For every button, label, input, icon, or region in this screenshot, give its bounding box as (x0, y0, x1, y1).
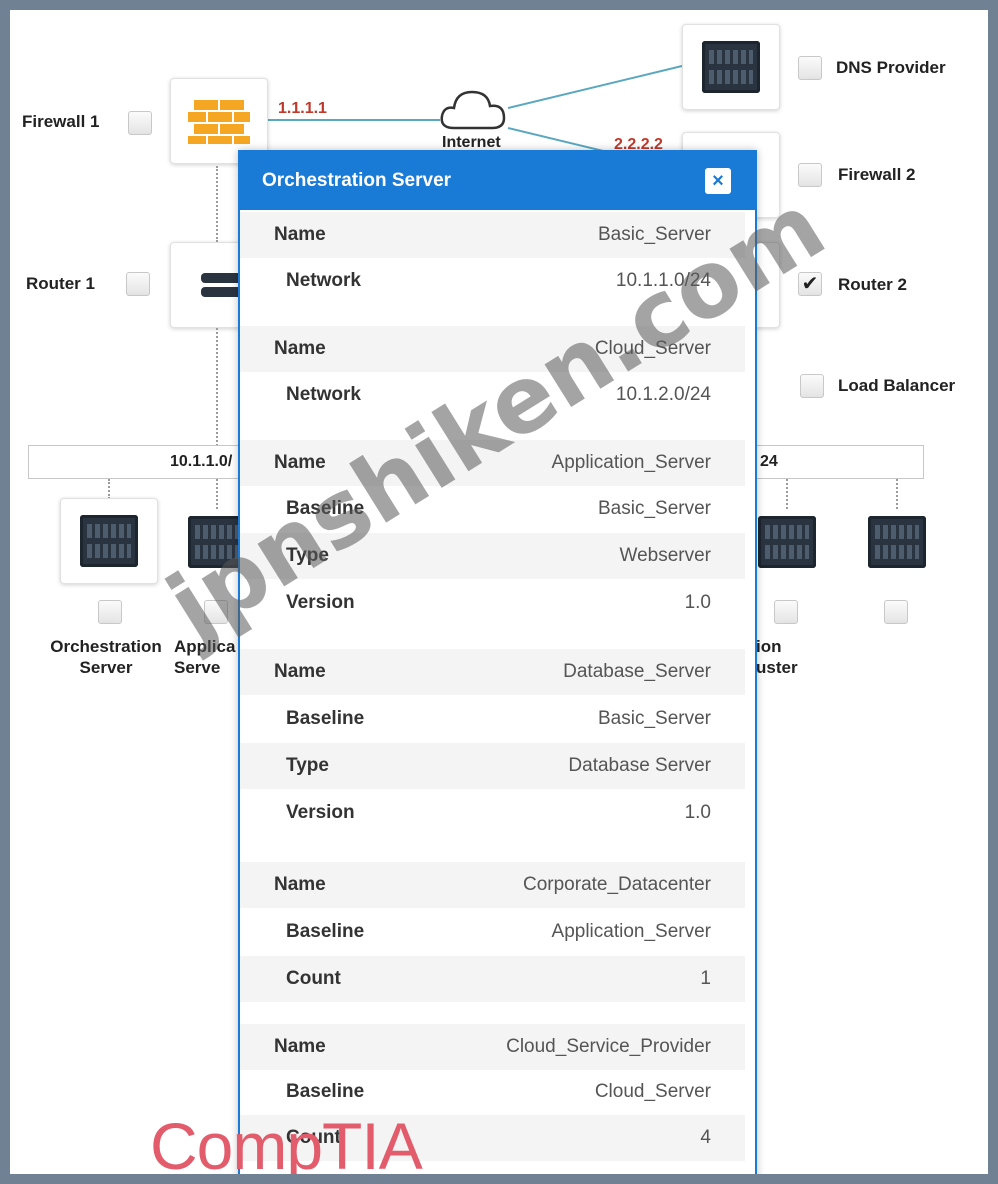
row-value: Cloud_Server (594, 1081, 711, 1102)
row-value: 1 (700, 968, 711, 989)
row-value: Database Server (568, 755, 711, 776)
application-server-checkbox[interactable] (204, 600, 228, 624)
close-icon[interactable]: × (705, 168, 731, 194)
dialog-row-version: Version 1.0 (240, 580, 745, 626)
load-balancer-checkbox[interactable] (800, 374, 824, 398)
dialog-row-name: Name Database_Server (240, 649, 745, 695)
orchestration-server-dialog: Orchestration Server × Name Basic_Server N… (238, 150, 757, 1174)
row-value: Application_Server (551, 921, 711, 942)
server-right-1-icon[interactable] (758, 516, 816, 568)
server-right-2-icon[interactable] (868, 516, 926, 568)
dialog-row-name: Name Cloud_Service_Provider (240, 1024, 745, 1070)
row-key: Name (274, 661, 326, 682)
app-frame: Firewall 1 1.1.1.1 Internet 2.2.2.2 DNS … (10, 10, 988, 1174)
row-key: Name (274, 874, 326, 895)
application-server-label: Applica Serve (174, 637, 236, 677)
dns-provider-checkbox[interactable] (798, 56, 822, 80)
server-icon (80, 515, 138, 567)
row-value: Basic_Server (598, 498, 711, 519)
subnet-left-label: 10.1.1.0/ (170, 453, 233, 470)
dialog-row-network: Network 10.1.1.0/24 (240, 258, 745, 304)
row-key: Network (286, 384, 361, 405)
router-2-checkbox[interactable]: ✔ (798, 272, 822, 296)
dns-provider-tile[interactable] (682, 24, 780, 110)
link-fw1-router1 (216, 166, 218, 242)
dialog-row-name: Name Basic_Server (240, 212, 745, 258)
firewall-2-checkbox[interactable] (798, 163, 822, 187)
row-key: Name (274, 338, 326, 359)
row-value: Database_Server (563, 661, 711, 682)
row-value: Basic_Server (598, 708, 711, 729)
link-right2 (896, 479, 898, 509)
cloud-icon (440, 90, 506, 130)
row-value: Webserver (619, 545, 711, 566)
row-value: Cloud_Server (594, 338, 711, 359)
firewall-2-label: Firewall 2 (838, 165, 916, 184)
row-value: Corporate_Datacenter (523, 874, 711, 895)
link-router1-switch (216, 328, 218, 446)
fw1-ip-label: 1.1.1.1 (278, 100, 327, 117)
row-key: Name (274, 224, 326, 245)
load-balancer-label: Load Balancer (838, 376, 956, 395)
row-key: Baseline (286, 708, 365, 729)
dialog-title: Orchestration Server (262, 170, 452, 191)
row-key: Version (286, 802, 355, 823)
dialog-row-baseline: Baseline Basic_Server (240, 696, 745, 742)
row-key: Baseline (286, 498, 365, 519)
link-right1 (786, 479, 788, 509)
row-key: Baseline (286, 921, 365, 942)
orchestration-server-tile[interactable] (60, 498, 158, 584)
dialog-row-baseline: Baseline Basic_Server (240, 486, 745, 532)
orchestration-server-checkbox[interactable] (98, 600, 122, 624)
dialog-header: Orchestration Server × (240, 152, 755, 210)
dialog-row-network: Network 10.1.2.0/24 (240, 372, 745, 418)
comptia-logo: CompTIA (150, 1109, 423, 1174)
dialog-row-name: Name Application_Server (240, 440, 745, 486)
row-value: Cloud_Service_Provider (506, 1036, 711, 1057)
link-app (216, 479, 218, 509)
dialog-row-count: Count 1 (240, 956, 745, 1002)
dialog-row-name: Name Cloud_Server (240, 326, 745, 372)
internet-label: Internet (442, 134, 501, 150)
orchestration-server-label: Orchestration Server (50, 637, 162, 677)
link-orch (108, 479, 110, 499)
router-1-checkbox[interactable] (126, 272, 150, 296)
row-value: Basic_Server (598, 224, 711, 245)
row-value: Application_Server (551, 452, 711, 473)
router-2-label: Router 2 (838, 275, 907, 294)
row-value: 1.0 (684, 592, 711, 613)
router-1-label: Router 1 (26, 274, 95, 293)
row-key: Type (286, 755, 329, 776)
server-right-1-checkbox[interactable] (774, 600, 798, 624)
row-value: 10.1.2.0/24 (615, 384, 711, 405)
firewall-1-label: Firewall 1 (22, 112, 100, 131)
subnet-right-label: 24 (760, 453, 778, 470)
fw2-ip-label: 2.2.2.2 (614, 136, 663, 150)
server-icon (702, 41, 760, 93)
dialog-row-name: Name Corporate_Datacenter (240, 862, 745, 908)
row-key: Count (286, 968, 341, 989)
dialog-row-type: Type Database Server (240, 743, 745, 789)
row-value: 1.0 (684, 802, 711, 823)
firewall-1-checkbox[interactable] (128, 111, 152, 135)
server-right-2-checkbox[interactable] (884, 600, 908, 624)
row-value: 4 (700, 1127, 711, 1148)
row-key: Type (286, 545, 329, 566)
row-key: Version (286, 592, 355, 613)
row-value: 10.1.1.0/24 (615, 270, 711, 291)
dns-provider-label: DNS Provider (836, 58, 946, 77)
row-key: Name (274, 1036, 326, 1057)
row-key: Network (286, 270, 361, 291)
row-key: Name (274, 452, 326, 473)
dialog-row-type: Type Webserver (240, 533, 745, 579)
dialog-row-version: Version 1.0 (240, 790, 745, 836)
server-right-1-label: ion uster (756, 637, 798, 677)
dialog-row-baseline: Baseline Application_Server (240, 909, 745, 955)
